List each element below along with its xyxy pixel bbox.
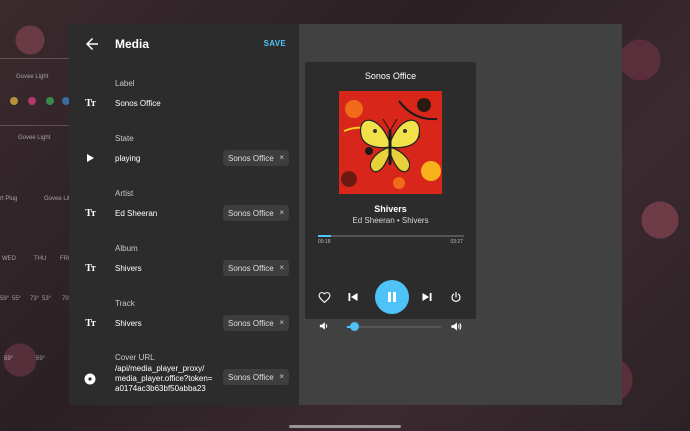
field-value[interactable]: Ed Sheeran — [115, 209, 157, 219]
record-icon — [83, 372, 97, 386]
entity-chip[interactable]: Sonos Office × — [223, 260, 289, 276]
chip-label: Sonos Office — [228, 318, 274, 328]
track-subtitle: Ed Sheeran • Shivers — [352, 216, 429, 225]
field-title: Album — [115, 244, 138, 253]
chip-remove-icon[interactable]: × — [279, 208, 284, 217]
chip-label: Sonos Office — [228, 263, 274, 273]
skip-previous-icon[interactable] — [345, 289, 361, 305]
temp: 59° — [36, 356, 46, 362]
pause-button[interactable] — [375, 280, 409, 314]
heart-icon[interactable] — [316, 289, 332, 305]
field-value[interactable]: Sonos Office — [115, 99, 161, 109]
temp: 55° — [12, 296, 22, 302]
elapsed-time: 00:18 — [318, 239, 331, 245]
field-title: Label — [115, 79, 135, 88]
progress-bar[interactable] — [318, 235, 464, 237]
skip-next-icon[interactable] — [419, 289, 435, 305]
entity-chip[interactable]: Sonos Office × — [223, 205, 289, 221]
bg-label: Govee Light — [18, 135, 51, 141]
track-title: Shivers — [374, 204, 407, 214]
chip-label: Sonos Office — [228, 208, 274, 218]
bg-label: Govee Light — [16, 74, 49, 80]
media-editor-panel: Media SAVE Label Tт Sonos Office State p… — [69, 24, 299, 405]
media-player-card: Sonos Office Shivers Ed Sheeran • Shiver… — [305, 62, 476, 331]
play-icon — [83, 151, 97, 165]
home-indicator[interactable] — [289, 425, 401, 428]
divider — [0, 125, 70, 126]
color-dot — [28, 97, 36, 105]
chip-remove-icon[interactable]: × — [279, 263, 284, 272]
weekday: THU — [34, 256, 47, 262]
temp: 59° — [0, 296, 10, 302]
field-title: State — [115, 134, 134, 143]
bg-label: rt Plug — [0, 196, 18, 202]
chip-remove-icon[interactable]: × — [279, 372, 284, 381]
divider — [0, 58, 70, 59]
entity-chip[interactable]: Sonos Office × — [223, 369, 289, 385]
text-format-icon: Tт — [85, 262, 96, 274]
power-icon[interactable] — [448, 289, 464, 305]
text-format-icon: Tт — [85, 97, 96, 109]
pause-icon — [388, 292, 396, 302]
field-title: Cover URL — [115, 353, 155, 362]
progress-fill — [318, 235, 331, 237]
field-value[interactable]: playing — [115, 154, 140, 164]
chip-label: Sonos Office — [228, 372, 274, 382]
temp: 53° — [42, 296, 52, 302]
dialog-header: Media SAVE — [69, 24, 299, 64]
color-dot — [10, 97, 18, 105]
field-value[interactable]: Shivers — [115, 319, 142, 329]
chip-label: Sonos Office — [228, 153, 274, 163]
back-arrow-icon[interactable] — [83, 35, 101, 53]
temp: 73° — [30, 296, 40, 302]
field-title: Track — [115, 299, 135, 308]
text-format-icon: Tт — [85, 317, 96, 329]
card-title: Sonos Office — [364, 71, 417, 81]
temp: 59° — [4, 356, 14, 362]
volume-knob[interactable] — [349, 322, 359, 331]
temp: 70 — [62, 296, 69, 302]
field-value-line[interactable]: /api/media_player_proxy/ — [115, 364, 204, 374]
field-title: Artist — [115, 189, 134, 198]
save-button[interactable]: SAVE — [264, 39, 286, 48]
volume-up-icon[interactable] — [450, 320, 462, 332]
duration-time: 03:27 — [450, 239, 463, 245]
field-value[interactable]: Shivers — [115, 264, 142, 274]
dialog-title: Media — [115, 37, 150, 51]
weekday: WED — [2, 256, 16, 262]
text-format-icon: Tт — [85, 207, 96, 219]
chip-remove-icon[interactable]: × — [279, 153, 284, 162]
background-dashboard: Govee Light Govee Light rt Plug Govee Li… — [0, 0, 73, 431]
chip-remove-icon[interactable]: × — [279, 318, 284, 327]
volume-down-icon[interactable] — [318, 320, 330, 332]
album-art — [339, 91, 442, 194]
volume-slider[interactable] — [347, 322, 441, 331]
field-value-line[interactable]: media_player.office?token= — [115, 374, 212, 384]
color-dot — [46, 97, 54, 105]
entity-chip[interactable]: Sonos Office × — [223, 315, 289, 331]
field-value-line[interactable]: a0174ac3b63bf50abba23 — [115, 384, 206, 394]
entity-chip[interactable]: Sonos Office × — [223, 150, 289, 166]
